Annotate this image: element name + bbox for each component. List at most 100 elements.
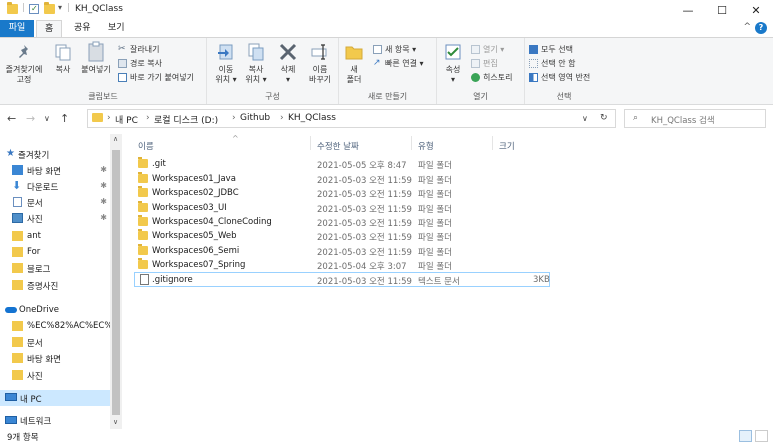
select-none-button[interactable]: 선택 안 함 [529,58,576,69]
column-divider[interactable] [411,136,412,150]
nav-documents[interactable]: 문서 ✱ [0,195,110,210]
nav-folder-id-photo[interactable]: 증명사진 [0,278,110,293]
breadcrumb-this-pc[interactable]: 내 PC [115,113,138,126]
file-row-workspaces03[interactable]: Workspaces03_UI 2021-05-03 오전 11:59 파일 폴… [134,201,550,215]
nav-this-pc[interactable]: 내 PC [0,390,110,406]
address-dropdown-icon[interactable]: ∨ [582,114,588,123]
delete-button[interactable]: 삭제 ▾ [275,41,301,85]
breadcrumb-separator[interactable]: › [280,113,284,123]
scroll-down-icon[interactable]: ∨ [113,418,118,426]
paste-shortcut-label: 바로 가기 붙여넣기 [130,73,194,82]
file-row-git[interactable]: .git 2021-05-05 오후 8:47 파일 폴더 [134,157,550,171]
maximize-button[interactable]: ☐ [705,0,739,20]
select-all-button[interactable]: 모두 선택 [529,44,573,55]
copy-button[interactable]: 복사 [50,41,76,75]
column-header-date[interactable]: 수정한 날짜 [317,140,359,152]
copy-path-button[interactable]: 경로 복사 [118,58,162,69]
tab-home[interactable]: 홈 [36,20,63,38]
column-divider[interactable] [310,136,311,150]
easy-access-button[interactable]: ↗ 빠른 연결 ▾ [373,58,424,69]
edit-button[interactable]: 편집 [471,58,498,69]
tab-share[interactable]: 공유 [66,20,99,38]
paste-shortcut-button[interactable]: 바로 가기 붙여넣기 [118,72,194,83]
column-divider[interactable] [492,136,493,150]
new-folder-quick-icon[interactable] [44,2,55,14]
paste-button[interactable]: 붙여넣기 [78,41,114,75]
nav-onedrive[interactable]: OneDrive [0,303,110,318]
collapse-ribbon-icon[interactable]: ^ [743,22,751,32]
tab-view[interactable]: 보기 [100,20,133,38]
breadcrumb-separator[interactable]: › [107,113,111,123]
nav-onedrive-folder-encoded[interactable]: %EC%82%AC%EC% [0,319,112,334]
nav-onedrive-documents[interactable]: 문서 [0,335,110,350]
folder-icon [7,2,18,14]
open-button[interactable]: 열기 ▾ [471,44,504,55]
file-row-workspaces01[interactable]: Workspaces01_Java 2021-05-03 오전 11:59 파일… [134,172,550,186]
file-date: 2021-05-04 오후 3:07 [317,262,407,272]
file-date: 2021-05-03 오전 11:59 [317,219,412,229]
file-row-workspaces02[interactable]: Workspaces02_JDBC 2021-05-03 오전 11:59 파일… [134,186,550,200]
nav-network[interactable]: 네트워크 [0,413,110,428]
pin-icon[interactable]: ✱ [100,197,107,206]
file-row-workspaces06[interactable]: Workspaces06_Semi 2021-05-03 오전 11:59 파일… [134,244,550,258]
file-row-workspaces07[interactable]: Workspaces07_Spring 2021-05-04 오후 3:07 파… [134,258,550,272]
file-row-workspaces05[interactable]: Workspaces05_Web 2021-05-03 오전 11:59 파일 … [134,229,550,243]
copy-to-button[interactable]: 복사 위치 ▾ [243,41,269,85]
history-button[interactable]: 히스토리 [471,72,512,83]
invert-selection-button[interactable]: 선택 영역 반전 [529,72,590,83]
file-type: 파일 폴더 [418,219,452,229]
close-button[interactable]: ✕ [739,0,773,20]
new-item-button[interactable]: 새 항목 ▾ [373,44,416,55]
nav-downloads[interactable]: ⬇ 다운로드 ✱ [0,179,110,194]
help-icon[interactable]: ? [755,22,767,34]
forward-arrow-icon[interactable]: → [26,112,35,125]
file-date: 2021-05-03 오전 11:59 [317,233,412,243]
properties-button[interactable]: 속성 ▾ [441,41,465,85]
sidebar-scroll-thumb[interactable] [112,150,120,415]
pin-icon[interactable]: ✱ [100,181,107,190]
recent-locations-icon[interactable]: ∨ [44,114,50,123]
pin-icon[interactable]: ✱ [100,165,107,174]
organize-group-label: 구성 [265,92,280,101]
tab-file[interactable]: 파일 [0,20,34,38]
file-row-gitignore[interactable]: .gitignore 2021-05-03 오전 11:59 텍스트 문서 3K… [134,272,550,287]
cut-button[interactable]: ✂ 잘라내기 [118,44,159,55]
nav-desktop[interactable]: 바탕 화면 ✱ [0,163,110,178]
breadcrumb-separator[interactable]: › [232,113,236,123]
folder-icon [138,201,148,212]
properties-quick-icon[interactable]: ✓ [29,4,39,14]
up-arrow-icon[interactable]: ↑ [60,112,69,125]
nav-quick-access[interactable]: ★ 즐겨찾기 [0,147,110,162]
pin-icon[interactable]: ✱ [100,213,107,222]
breadcrumb-kh-qclass[interactable]: KH_QClass [288,113,336,123]
file-row-workspaces04[interactable]: Workspaces04_CloneCoding 2021-05-03 오전 1… [134,215,550,229]
column-header-name[interactable]: 이름 [138,140,154,152]
details-view-icon[interactable] [739,430,752,442]
address-bar[interactable]: › 내 PC › 로컬 디스크 (D:) › Github › KH_QClas… [87,109,616,128]
back-arrow-icon[interactable]: ← [7,112,16,125]
refresh-icon[interactable]: ↻ [600,113,608,123]
breadcrumb-local-disk[interactable]: 로컬 디스크 (D:) [154,113,218,126]
breadcrumb-separator[interactable]: › [146,113,150,123]
search-box[interactable]: ⌕ KH_QClass 검색 [624,109,766,128]
nav-folder-blog[interactable]: 블로그 [0,261,110,276]
nav-folder-for[interactable]: For [0,245,110,260]
large-icons-view-icon[interactable] [755,430,768,442]
search-input[interactable]: KH_QClass 검색 [651,114,715,126]
quick-access-dropdown-icon[interactable]: ▾ [58,3,62,12]
nav-pictures[interactable]: 사진 ✱ [0,211,110,226]
nav-onedrive-pictures[interactable]: 사진 [0,368,110,383]
column-header-type[interactable]: 유형 [418,140,434,152]
scissors-icon: ✂ [118,44,126,54]
move-to-button[interactable]: 이동 위치 ▾ [213,41,239,85]
column-header-size[interactable]: 크기 [499,140,515,152]
rename-button[interactable]: 이름 바꾸기 [305,41,335,85]
scroll-up-icon[interactable]: ∧ [113,135,118,143]
minimize-button[interactable]: — [671,0,705,20]
nav-onedrive-desktop[interactable]: 바탕 화면 [0,351,110,366]
new-folder-button[interactable]: 새 폴더 [343,41,365,85]
text-document-icon [140,274,149,285]
nav-folder-ant[interactable]: ant [0,229,110,244]
breadcrumb-github[interactable]: Github [240,113,270,123]
pin-to-quick-access-button[interactable]: 즐겨찾기에 고정 [2,41,46,85]
